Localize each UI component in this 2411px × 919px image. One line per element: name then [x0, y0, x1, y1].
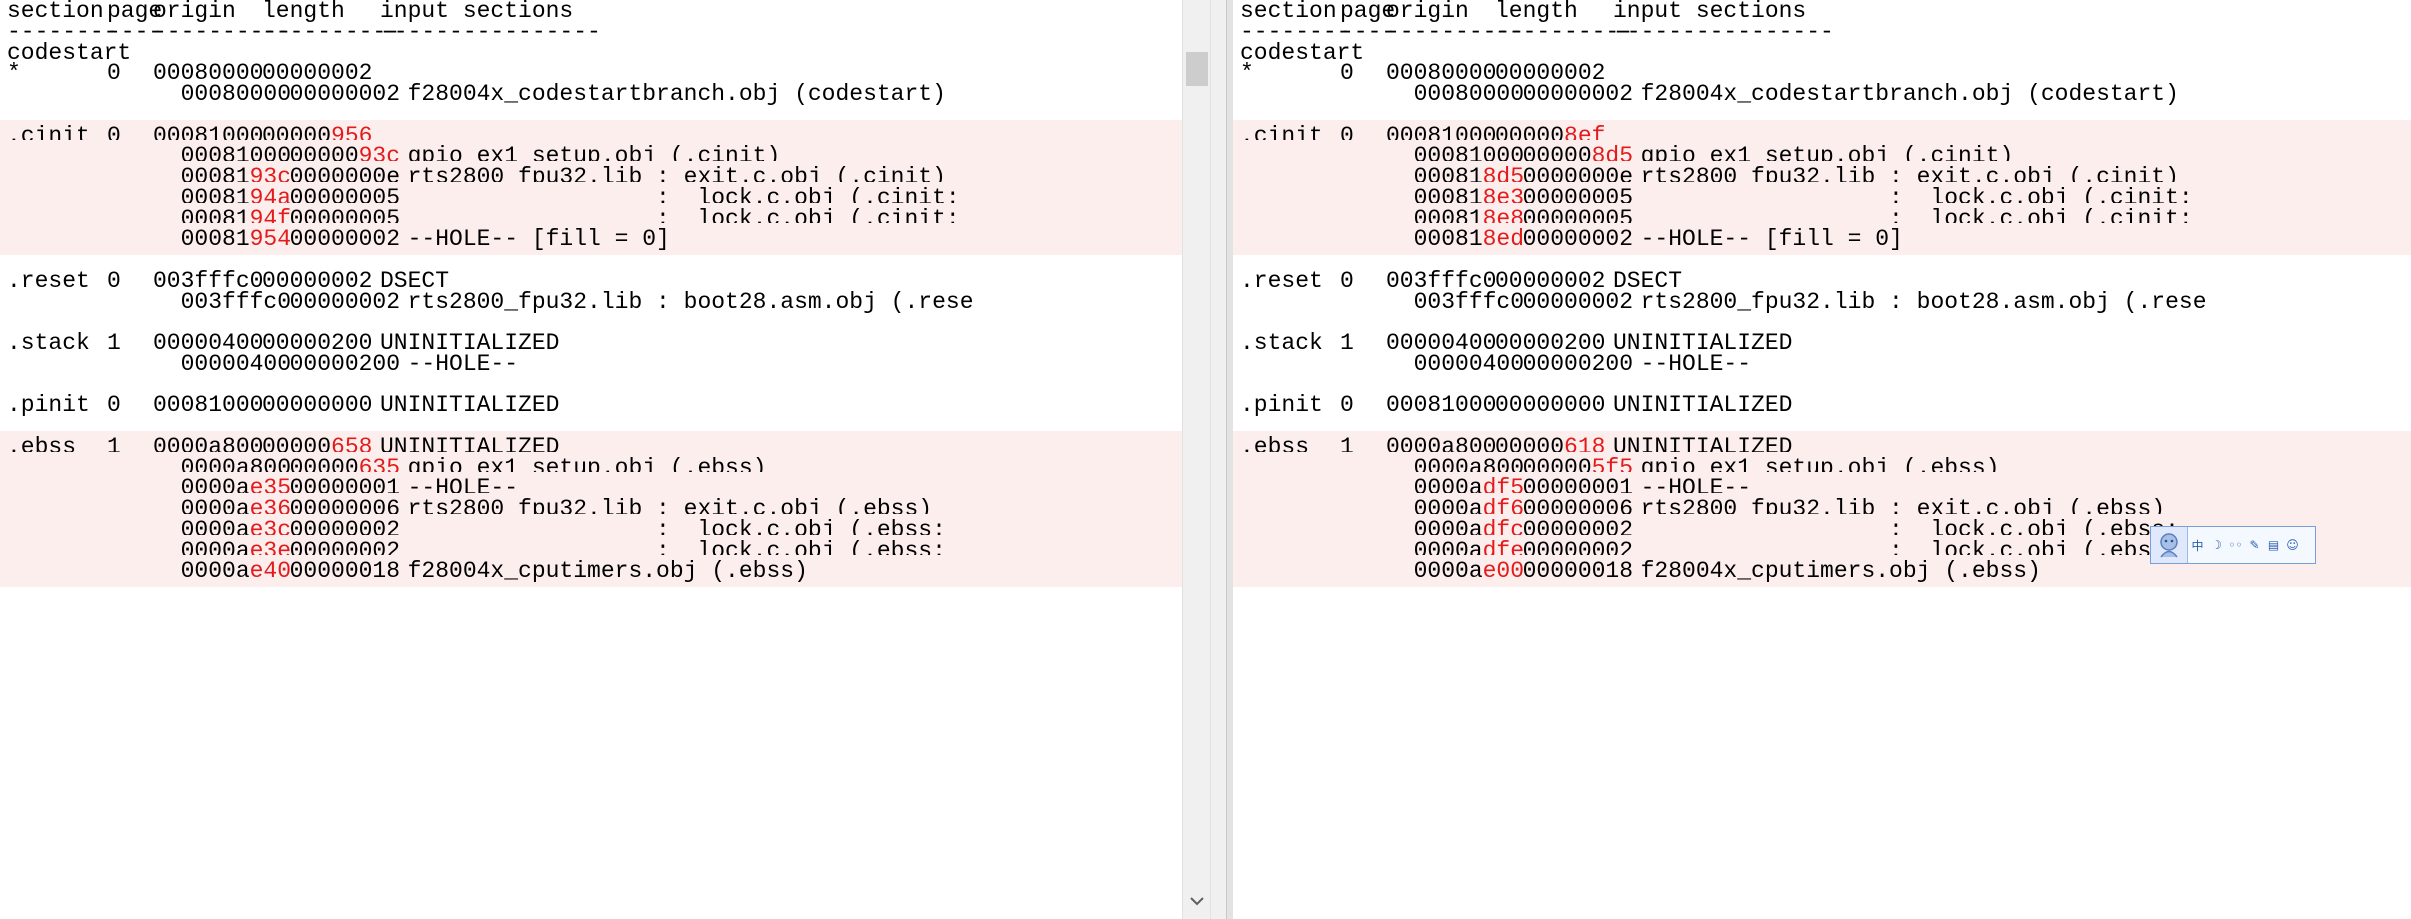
text-segment: 0000a — [153, 558, 250, 585]
chevron-down-icon — [1189, 894, 1205, 912]
scroll-down-button[interactable] — [1183, 887, 1210, 919]
ime-logo-icon[interactable] — [2151, 527, 2188, 563]
pane-splitter[interactable] — [1226, 0, 1233, 919]
left-compare-pane[interactable]: section page origin length input sections ---… — [0, 0, 1182, 919]
ime-moon-icon[interactable]: ☽ — [2207, 527, 2226, 563]
ime-toolbar[interactable]: 中 ☽ ◦◦ ✎ ▤ ☺ — [2150, 526, 2316, 564]
text-segment: f28004x_cputimers.obj (.ebss) — [1613, 558, 2041, 585]
input-sections-cell: f28004x_cputimers.obj (.ebss) — [380, 555, 808, 587]
input-sections-cell: f28004x_cputimers.obj (.ebss) — [1613, 555, 2041, 587]
vertical-scrollbar[interactable] — [1182, 0, 1211, 919]
ime-tool-icon[interactable]: ✎ — [2245, 527, 2264, 563]
diff-line[interactable]: 0000ae40 00000018 f28004x_cputimers.obj … — [0, 555, 1182, 588]
ime-clipboard-icon[interactable]: ▤ — [2264, 527, 2283, 563]
ime-chinese-icon[interactable]: 中 — [2188, 527, 2207, 563]
pane-splitter-gap[interactable] — [1211, 0, 1226, 919]
ime-punct-icon[interactable]: ◦◦ — [2226, 527, 2245, 563]
text-segment: 0000a — [1386, 558, 1483, 585]
scrollbar-thumb[interactable] — [1186, 52, 1208, 86]
text-segment: f28004x_cputimers.obj (.ebss) — [380, 558, 808, 585]
right-compare-pane[interactable]: section page origin length input sections ---… — [1233, 0, 2411, 919]
ime-smile-icon[interactable]: ☺ — [2283, 527, 2302, 563]
